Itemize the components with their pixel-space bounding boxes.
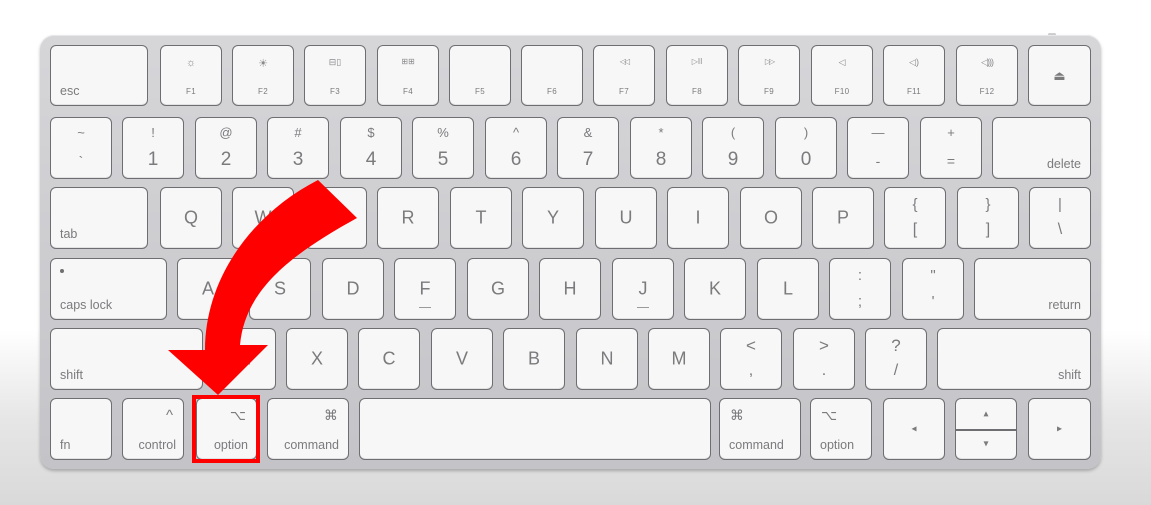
option-key-highlight-box — [192, 395, 260, 463]
red-curved-arrow-annotation — [168, 180, 357, 395]
arrow-shaft — [168, 180, 357, 395]
